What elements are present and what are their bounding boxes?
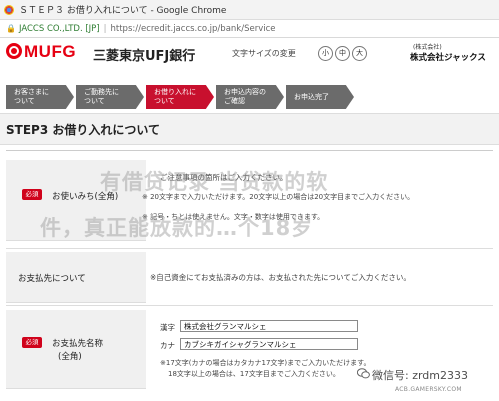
mufg-logo-icon [6, 43, 22, 59]
step-label-line2: ついて [84, 97, 105, 105]
step-label-line2: ついて [154, 97, 175, 105]
payee-name-label: お支払先名称 [52, 339, 104, 349]
row-divider [6, 248, 493, 249]
step-confirm: お申込内容の ご確認 [216, 85, 284, 109]
payee-note: ※自己資金にてお支払済みの方は、お支払された先についてご入力ください。 [150, 273, 411, 282]
address-bar[interactable]: 🔒 JACCS CO.,LTD. [JP] | https://ecredit.… [0, 20, 499, 38]
step-label-line1: お客さまに [14, 88, 49, 96]
step-label-line1: ご勤務先に [84, 88, 119, 96]
kanji-label: 漢字 [160, 323, 175, 332]
address-separator: | [103, 23, 107, 34]
bank-name: 三菱東京UFJ銀行 [93, 49, 196, 64]
watermark-line-1: 有借贷记录 当贷款的软 [100, 170, 329, 194]
step-label-line1: お借り入れに [154, 88, 196, 96]
watermark-line-2: 件，真正能放款的…个18岁 [40, 216, 314, 240]
step-label-line1: お申込内容の [224, 88, 266, 96]
lock-icon: 🔒 [6, 24, 16, 33]
step-customer: お客さまに ついて [6, 85, 74, 109]
payee-label: お支払先について [18, 274, 86, 284]
kana-label: カナ [160, 341, 175, 350]
wechat-id: 微信号: zrdm2333 [372, 369, 468, 382]
step-borrowing-active: お借り入れに ついて [146, 85, 214, 109]
step-label-line2: ついて [14, 97, 35, 105]
font-size-label: 文字サイズの変更 [232, 49, 296, 58]
font-size-medium-button[interactable]: 中 [335, 46, 350, 61]
wechat-icon [357, 368, 370, 379]
step-label-line1: お申込完了 [294, 92, 329, 101]
step-progress: お客さまに ついて ご勤務先に ついて お借り入れに ついて お申込内容の ご確… [6, 85, 496, 111]
payee-name-label-sub: (全角) [58, 352, 82, 362]
url-text[interactable]: https://ecredit.jaccs.co.jp/bank/Service [111, 24, 276, 34]
site-organization: JACCS CO.,LTD. [JP] [18, 23, 100, 34]
site-watermark: ACB.GAMERSKY.COM [395, 386, 462, 393]
mufg-logo-text: MUFG [24, 42, 77, 61]
required-badge: 必須 [22, 337, 42, 348]
step-label-line2: ご確認 [224, 97, 245, 105]
window-title: ＳＴＥＰ３ お借り入れについて - Google Chrome [19, 6, 227, 16]
row-divider [6, 305, 493, 306]
step-complete: お申込完了 [286, 85, 354, 109]
payee-kana-input[interactable]: カブシキガイシャグランマルシェ [180, 338, 358, 350]
chrome-icon [4, 4, 14, 15]
font-size-small-button[interactable]: 小 [318, 46, 333, 61]
payee-name-note-1: ※17文字(カナの場合はカタカナ17文字)までご入力いただけます。 [160, 359, 371, 367]
step-employer: ご勤務先に ついて [76, 85, 144, 109]
payee-kanji-input[interactable]: 株式会社グランマルシェ [180, 320, 358, 332]
window-titlebar: ＳＴＥＰ３ お借り入れについて - Google Chrome [0, 0, 499, 20]
company-logo: 株式会社ジャックス [410, 53, 486, 63]
required-badge: 必須 [22, 189, 42, 200]
payee-name-note-2: 18文字以上の場合は、17文字目までご入力ください。 [168, 370, 340, 378]
page-title: STEP3 お借り入れについて [6, 123, 160, 137]
company-prefix: (株式会社) [413, 44, 442, 51]
font-size-large-button[interactable]: 大 [352, 46, 367, 61]
